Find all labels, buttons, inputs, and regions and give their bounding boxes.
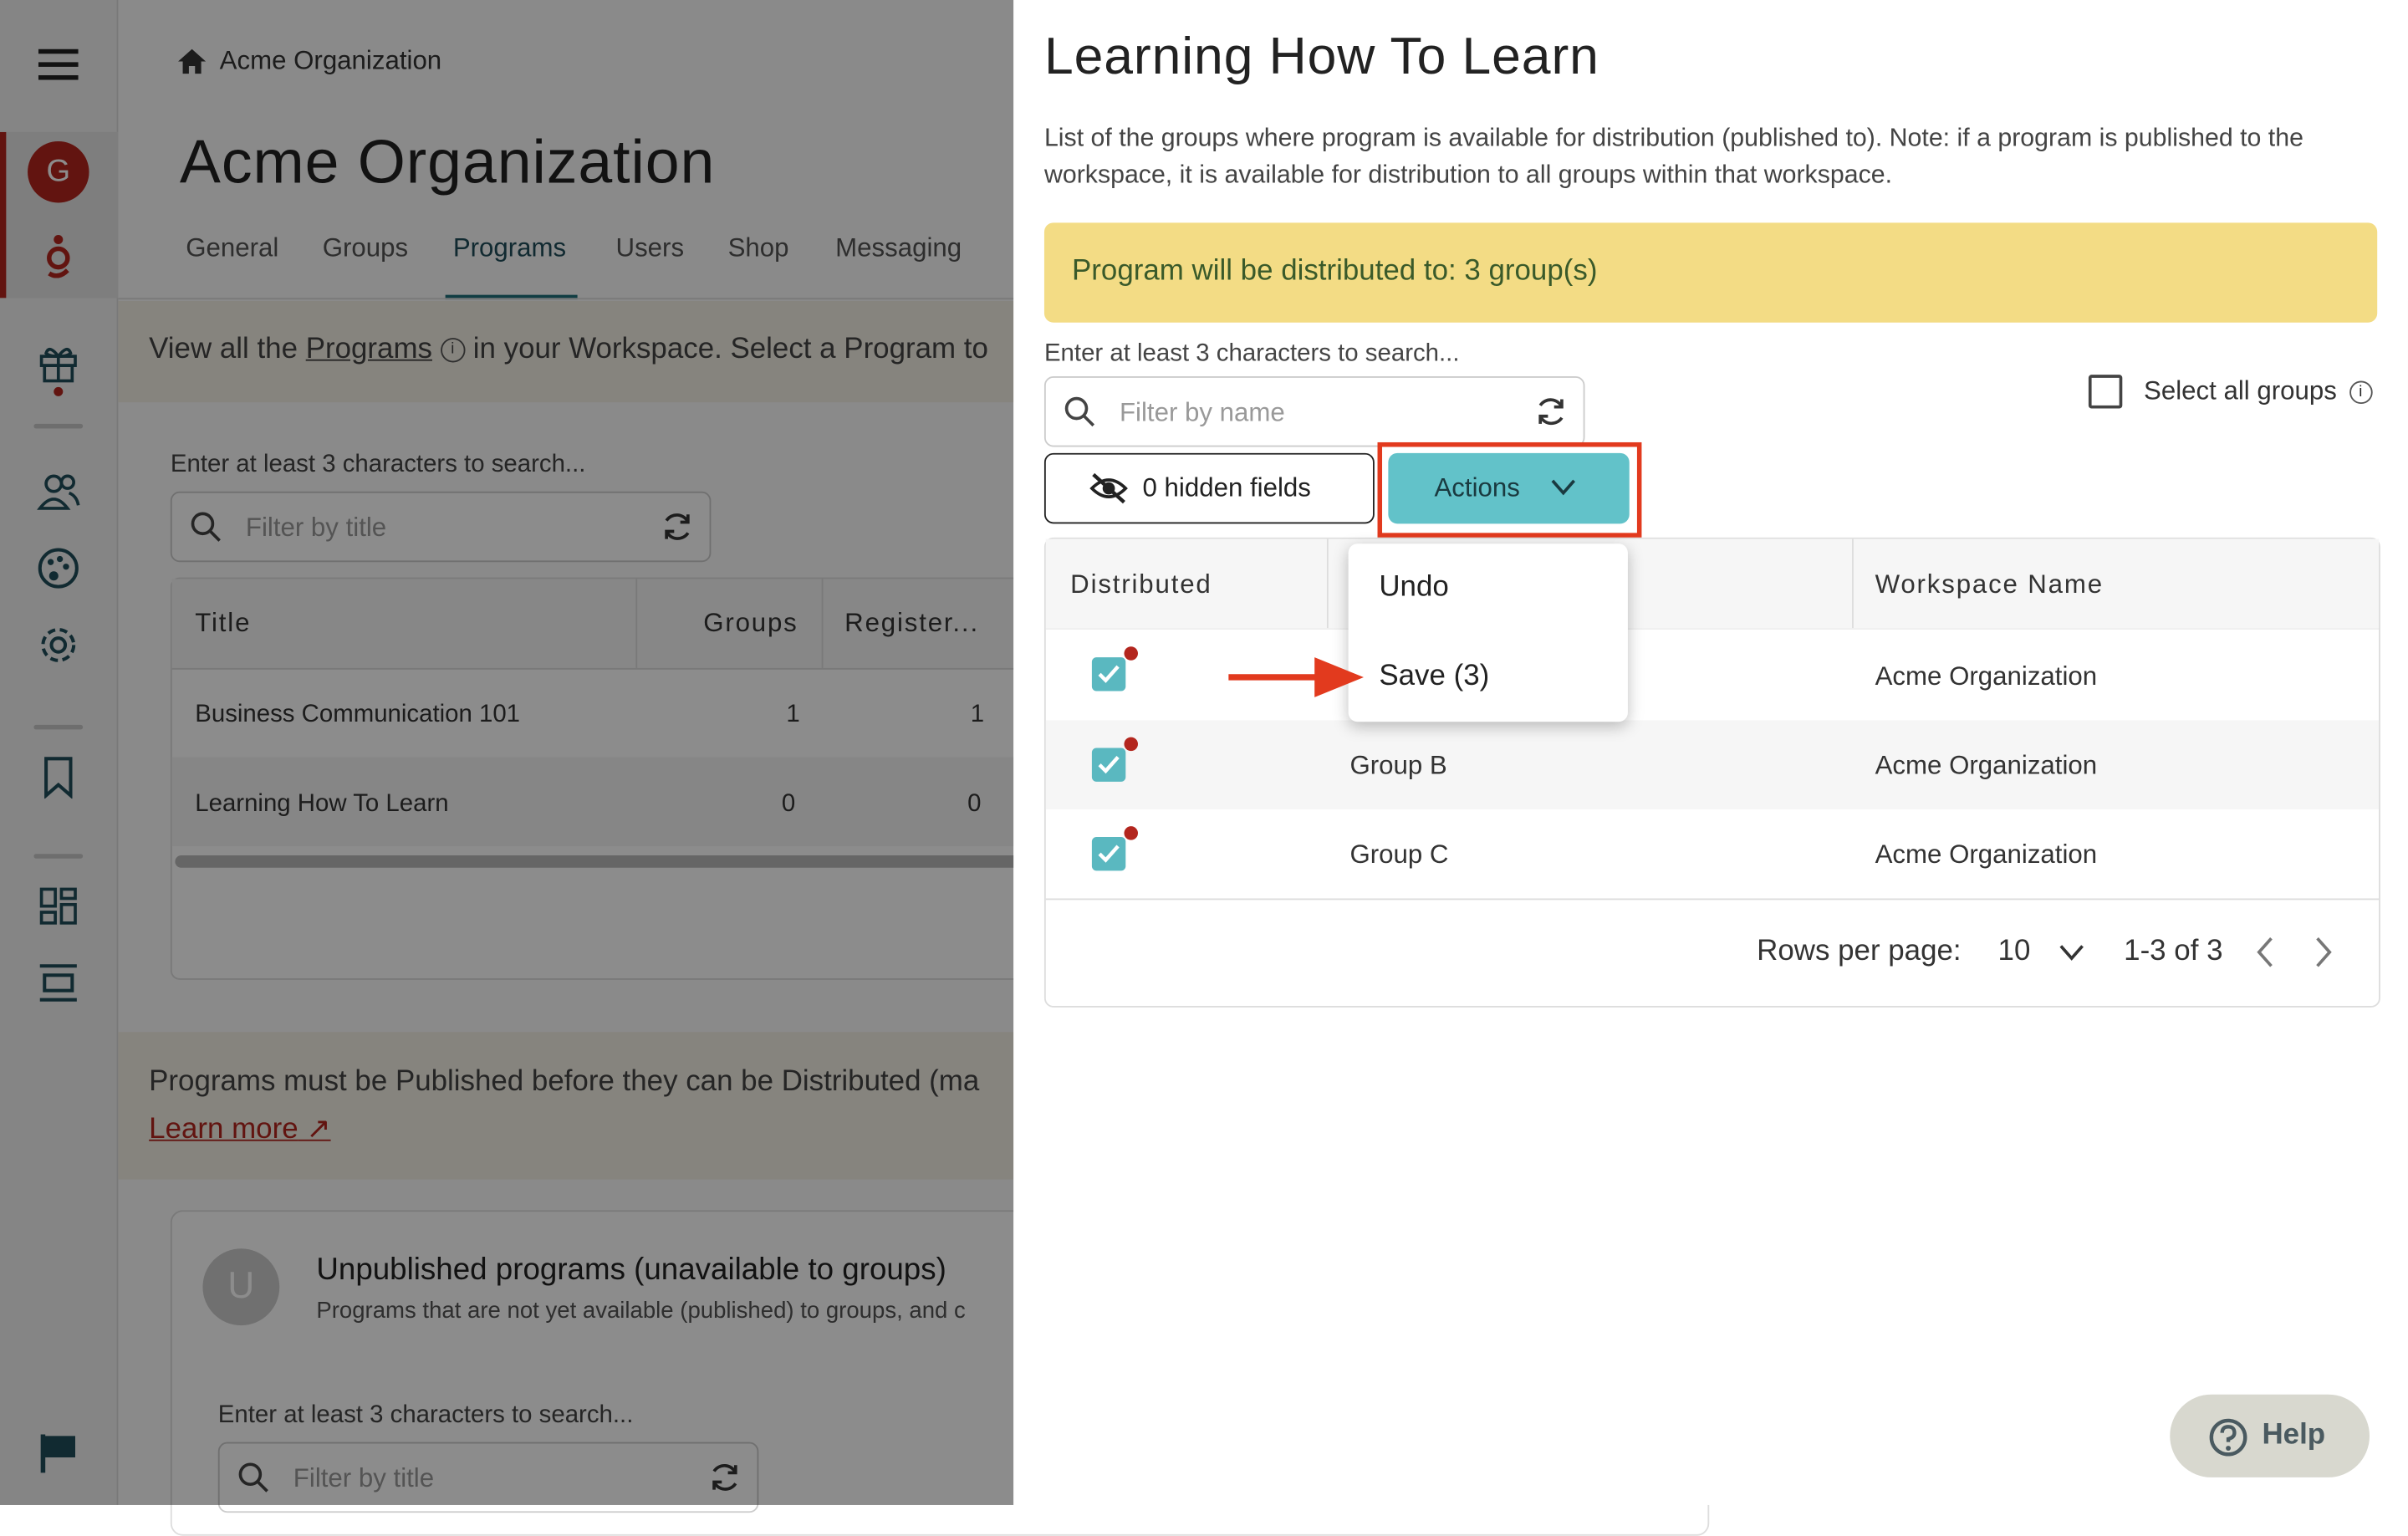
group-search-input[interactable]: Filter by name [1043, 375, 1585, 447]
table-row [1045, 809, 2380, 901]
distributed-checkbox[interactable] [1091, 748, 1126, 782]
select-all-checkbox[interactable] [2088, 375, 2123, 409]
select-all-label: Select all groups [2144, 375, 2337, 406]
col-workspace-name[interactable]: Workspace Name [1875, 569, 2104, 600]
distributed-checkbox[interactable] [1091, 837, 1126, 871]
select-all-groups[interactable]: Select all groups i [2088, 375, 2373, 409]
search-icon [1064, 396, 1095, 427]
table-row [1045, 720, 2380, 809]
rows-per-page-select[interactable]: 10 [1998, 936, 2031, 969]
drawer-description: List of the groups where program is avai… [1043, 124, 2303, 189]
unsaved-change-dot [1124, 646, 1138, 661]
hidden-fields-button[interactable]: 0 hidden fields [1043, 452, 1375, 524]
groups-table: Distributed Workspace Name Acme Organiza… [1043, 537, 2380, 1008]
chevron-left-icon[interactable] [2256, 936, 2274, 967]
group-name-cell: Group B [1349, 751, 1447, 781]
workspace-name-cell: Acme Organization [1875, 751, 2098, 781]
chevron-right-icon[interactable] [2314, 936, 2333, 967]
pagination-range: 1-3 of 3 [2124, 935, 2223, 968]
actions-menu: Undo Save (3) [1348, 543, 1628, 722]
actions-button[interactable]: Actions [1388, 452, 1630, 524]
drawer-title: Learning How To Learn [1043, 28, 1599, 86]
unsaved-change-dot [1124, 826, 1138, 840]
distributed-checkbox[interactable] [1091, 657, 1126, 691]
info-icon: i [2349, 380, 2373, 404]
help-button[interactable]: Help [2170, 1394, 2370, 1477]
workspace-name-cell: Acme Organization [1875, 661, 2098, 691]
table-header [1045, 538, 2380, 629]
distribution-drawer: Learning How To Learn List of the groups… [1013, 0, 2408, 1505]
eye-off-icon [1089, 472, 1128, 504]
help-question-icon [2209, 1418, 2247, 1457]
col-divider [1852, 538, 1854, 629]
menu-item-save[interactable]: Save (3) [1379, 661, 1489, 694]
workspace-name-cell: Acme Organization [1875, 839, 2098, 870]
unsaved-change-dot [1124, 737, 1138, 752]
arrow-right-icon [1228, 657, 1364, 697]
rows-per-page-label: Rows per page: [1757, 935, 1962, 968]
search-hint: Enter at least 3 characters to search... [1043, 340, 1460, 367]
col-distributed[interactable]: Distributed [1070, 569, 1212, 600]
col-divider [1326, 538, 1329, 629]
menu-item-undo[interactable]: Undo [1379, 571, 1448, 605]
chevron-down-icon[interactable] [2059, 945, 2084, 962]
distribution-banner-text: Program will be distributed to: 3 group(… [1072, 254, 1598, 288]
modal-backdrop[interactable] [0, 0, 1014, 1505]
group-name-cell: Group C [1349, 839, 1449, 870]
refresh-icon[interactable] [1534, 395, 1568, 428]
distribution-banner: Program will be distributed to: 3 group(… [1043, 222, 2378, 323]
chevron-down-icon [1551, 479, 1575, 496]
